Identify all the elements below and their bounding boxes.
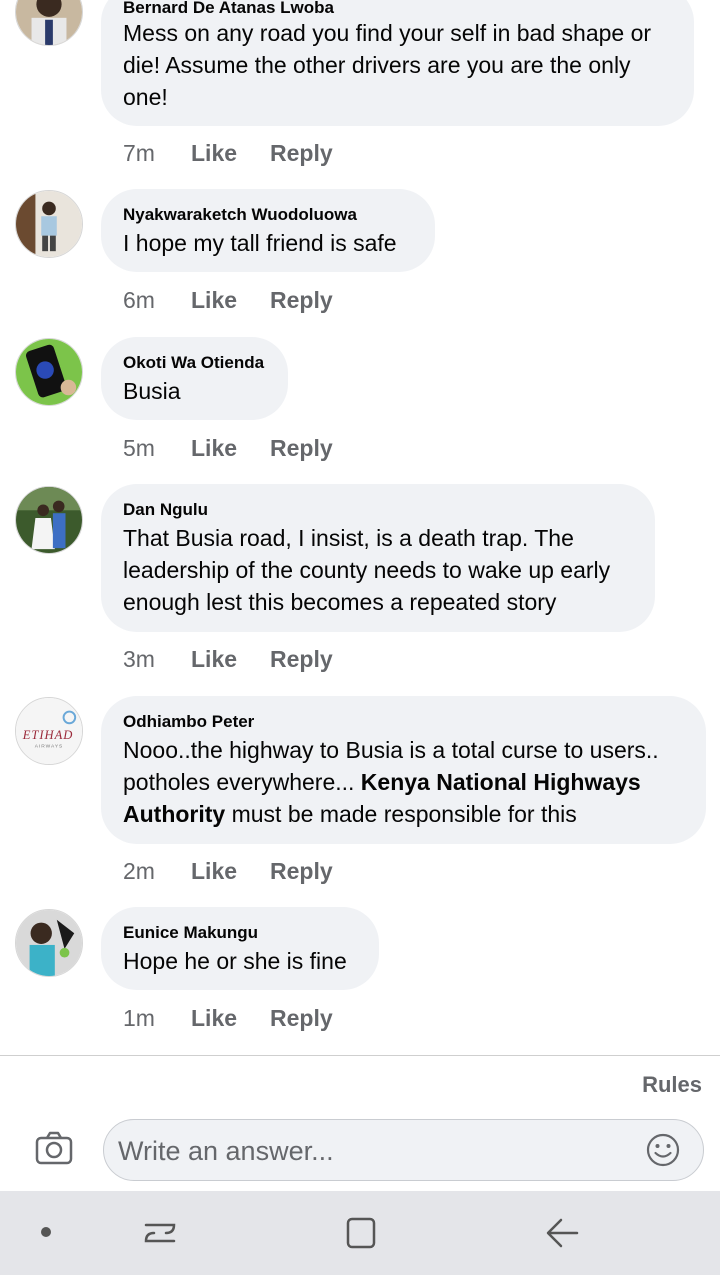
comment-line: Hope he or she is fine bbox=[123, 948, 347, 974]
comment-time: 7m bbox=[123, 140, 155, 166]
comment-bubble: Odhiambo Peter Nooo..the highway to Busi… bbox=[101, 696, 706, 844]
comment-bubble: Okoti Wa Otienda Busia bbox=[101, 337, 288, 420]
comment-line: Authority must be made responsible for t… bbox=[123, 798, 684, 830]
comment-time: 6m bbox=[123, 287, 155, 313]
comment-line: die! Assume the other drivers are you ar… bbox=[123, 52, 631, 78]
comment-line: Mess on any road you find your self in b… bbox=[123, 20, 652, 46]
comment-author[interactable]: Dan Ngulu bbox=[123, 500, 633, 520]
reply-button[interactable]: Reply bbox=[270, 285, 333, 315]
avatar[interactable] bbox=[15, 909, 83, 977]
comment-author[interactable]: Okoti Wa Otienda bbox=[123, 353, 266, 373]
comment-bubble: Bernard De Atanas Lwoba Mess on any road… bbox=[101, 0, 694, 126]
comment-time: 2m bbox=[123, 858, 155, 884]
comment-text-fragment: must be made responsible for this bbox=[225, 801, 577, 827]
answer-input[interactable] bbox=[116, 1120, 640, 1182]
like-button[interactable]: Like bbox=[191, 856, 237, 886]
comment-text: I hope my tall friend is safe bbox=[123, 227, 413, 259]
comment-bubble: Dan Ngulu That Busia road, I insist, is … bbox=[101, 484, 655, 632]
reply-button[interactable]: Reply bbox=[270, 856, 333, 886]
avatar[interactable]: ETIHAD AIRWAYS bbox=[15, 697, 83, 765]
comment-line: Busia bbox=[123, 378, 181, 404]
like-button[interactable]: Like bbox=[191, 138, 237, 168]
avatar-logo-subtext: AIRWAYS bbox=[35, 744, 64, 750]
comment-author[interactable]: Nyakwaraketch Wuodoluowa bbox=[123, 205, 413, 225]
reply-button[interactable]: Reply bbox=[270, 644, 333, 674]
avatar-logo-text: ETIHAD bbox=[22, 728, 74, 742]
comment-line: Nooo..the highway to Busia is a total cu… bbox=[123, 737, 659, 763]
comment-line: That Busia road, I insist, is a death tr… bbox=[123, 525, 574, 551]
comment-bubble: Eunice Makungu Hope he or she is fine bbox=[101, 907, 379, 990]
mention-link[interactable]: Kenya National Highways bbox=[361, 769, 641, 795]
comment-list: Bernard De Atanas Lwoba Mess on any road… bbox=[0, 0, 720, 1055]
comment-text: Hope he or she is fine bbox=[123, 945, 357, 977]
comment-text-fragment: potholes everywhere... bbox=[123, 769, 361, 795]
comment-bubble: Nyakwaraketch Wuodoluowa I hope my tall … bbox=[101, 189, 435, 272]
comment-text: Mess on any road you find your self in b… bbox=[123, 17, 672, 113]
avatar[interactable] bbox=[15, 190, 83, 258]
reply-button[interactable]: Reply bbox=[270, 138, 333, 168]
comment-text: Nooo..the highway to Busia is a total cu… bbox=[123, 734, 684, 830]
comment-text: Busia bbox=[123, 375, 266, 407]
comment-author[interactable]: Eunice Makungu bbox=[123, 923, 357, 943]
comment-line: enough lest this becomes a repeated stor… bbox=[123, 589, 557, 615]
comment-line: one! bbox=[123, 84, 168, 110]
reply-button[interactable]: Reply bbox=[270, 433, 333, 463]
rules-link[interactable]: Rules bbox=[642, 1072, 702, 1098]
reply-button[interactable]: Reply bbox=[270, 1003, 333, 1033]
home-icon[interactable] bbox=[339, 1211, 383, 1255]
comment-text: That Busia road, I insist, is a death tr… bbox=[123, 522, 633, 618]
recent-apps-icon[interactable] bbox=[138, 1211, 182, 1255]
answer-input-container[interactable] bbox=[103, 1119, 704, 1182]
composer-divider bbox=[0, 1055, 720, 1056]
mention-link[interactable]: Authority bbox=[123, 801, 225, 827]
avatar[interactable] bbox=[15, 338, 83, 406]
avatar[interactable] bbox=[15, 0, 83, 46]
comment-time: 5m bbox=[123, 435, 155, 461]
camera-icon[interactable] bbox=[33, 1128, 75, 1170]
like-button[interactable]: Like bbox=[191, 285, 237, 315]
comment-author[interactable]: Odhiambo Peter bbox=[123, 712, 684, 732]
comment-line: leadership of the county needs to wake u… bbox=[123, 557, 611, 583]
like-button[interactable]: Like bbox=[191, 644, 237, 674]
emoji-icon[interactable] bbox=[645, 1132, 681, 1168]
dot-icon[interactable] bbox=[24, 1211, 68, 1255]
back-icon[interactable] bbox=[541, 1211, 585, 1255]
comment-author[interactable]: Bernard De Atanas Lwoba bbox=[123, 0, 672, 18]
like-button[interactable]: Like bbox=[191, 1003, 237, 1033]
comment-line: potholes everywhere... Kenya National Hi… bbox=[123, 766, 684, 798]
comment-line: I hope my tall friend is safe bbox=[123, 230, 397, 256]
comment-time: 3m bbox=[123, 646, 155, 672]
like-button[interactable]: Like bbox=[191, 433, 237, 463]
avatar[interactable] bbox=[15, 486, 83, 554]
comment-time: 1m bbox=[123, 1005, 155, 1031]
system-navigation-bar bbox=[0, 1191, 720, 1275]
